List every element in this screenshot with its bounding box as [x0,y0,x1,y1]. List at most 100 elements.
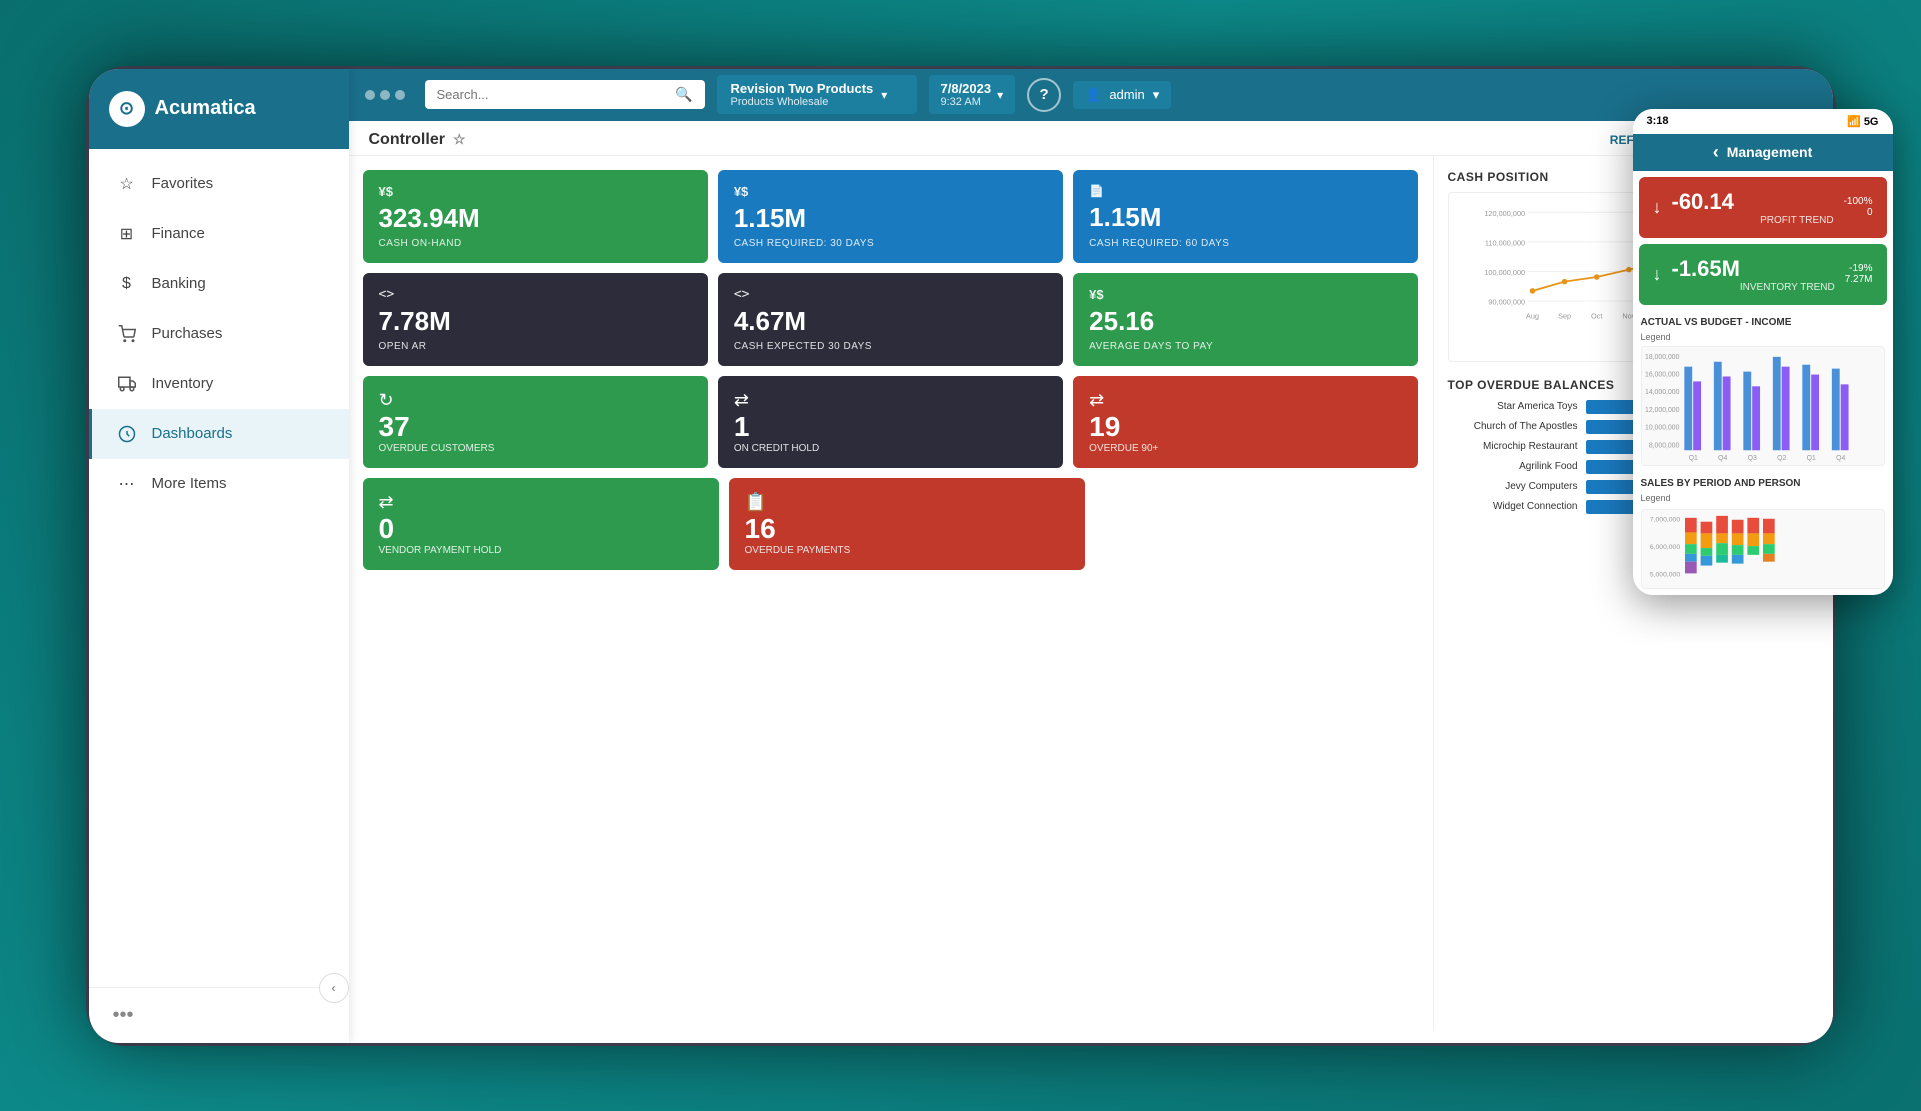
status-overdue-payments[interactable]: 📋 16 OVERDUE PAYMENTS [729,478,1085,570]
kpi-value: 25.16 [1089,306,1402,337]
svg-text:120,000,000: 120,000,000 [1484,208,1525,217]
search-box[interactable]: 🔍 [425,80,705,109]
sidebar-item-banking[interactable]: $ Banking [89,259,349,309]
kpi-avg-days[interactable]: ¥$ 25.16 AVERAGE DAYS TO PAY [1073,273,1418,366]
svg-text:Sep: Sep [1558,311,1571,320]
mobile-sales-title: SALES BY PERIOD AND PERSON [1641,478,1885,489]
code-icon: <> [379,287,395,302]
search-input[interactable] [437,87,668,102]
sidebar: ⊙ Acumatica ☆ Favorites ⊞ Finance $ Bank… [89,69,349,1043]
svg-text:Q3: Q3 [1747,455,1756,462]
widgets-panel: ¥$ 323.94M CASH ON-HAND ¥$ 1.15M CASH RE… [349,156,1433,1030]
dashboard-header: Controller ☆ REFRESH ALL DESIGN TOOLS [349,121,1833,156]
profit-badge: -100% 0 [1844,196,1873,218]
mobile-sales-svg: 7,000,000 6,000,000 5,000,000 [1642,510,1884,588]
svg-text:110,000,000: 110,000,000 [1484,238,1524,247]
svg-text:7,000,000: 7,000,000 [1649,516,1680,523]
transfer-icon: ⇄ [1089,390,1402,411]
status-overdue-customers[interactable]: ↻ 37 OVERDUE CUSTOMERS [363,376,708,468]
kpi-cash-required-30[interactable]: ¥$ 1.15M CASH REQUIRED: 30 DAYS [718,170,1063,263]
mobile-inv-center: -1.65M INVENTORY TREND [1662,256,1845,293]
kpi-label: OPEN AR [379,341,692,352]
sidebar-label-more: More Items [152,475,227,492]
kpi-header: ¥$ [379,184,692,199]
sidebar-item-favorites[interactable]: ☆ Favorites [89,159,349,209]
kpi-header: 📄 [1089,184,1402,198]
mobile-kpi-inventory[interactable]: ↓ -1.65M INVENTORY TREND -19% 7.27M [1639,244,1887,305]
kpi-label: CASH REQUIRED: 60 DAYS [1089,238,1402,249]
clipboard-icon: 📋 [745,492,1069,513]
mobile-status-bar: 3:18 📶 5G [1633,109,1893,134]
sidebar-label-favorites: Favorites [152,175,214,192]
code-icon: <> [734,287,750,302]
inv-label: INVENTORY TREND [1672,282,1835,293]
mobile-back-icon[interactable]: ‹ [1713,142,1719,163]
dollar-icon: $ [116,273,138,295]
sidebar-item-purchases[interactable]: Purchases [89,309,349,359]
status-label: ON CREDIT HOLD [734,443,1047,454]
transfer-icon: ⇄ [734,390,1047,411]
overdue-item-label: Star America Toys [1448,401,1578,412]
sidebar-collapse-button[interactable]: ‹ [319,973,349,1003]
mobile-header: ‹ Management [1633,134,1893,171]
svg-text:12,000,000: 12,000,000 [1644,406,1679,413]
svg-text:Aug: Aug [1525,311,1538,320]
svg-text:90,000,000: 90,000,000 [1488,297,1525,306]
kpi-cash-on-hand[interactable]: ¥$ 323.94M CASH ON-HAND [363,170,708,263]
company-selector[interactable]: Revision Two Products Products Wholesale… [717,75,917,114]
help-button[interactable]: ? [1027,78,1061,112]
svg-text:Q1: Q1 [1688,455,1697,462]
sidebar-item-dashboards[interactable]: Dashboards [89,409,349,459]
sidebar-label-finance: Finance [152,225,205,242]
user-button[interactable]: 👤 admin ▾ [1073,81,1171,109]
dot-green [395,90,405,100]
svg-text:6,000,000: 6,000,000 [1649,544,1680,551]
mobile-sales-chart-section: SALES BY PERIOD AND PERSON Legend 7,000,… [1633,472,1893,595]
kpi-open-ar[interactable]: <> 7.78M OPEN AR [363,273,708,366]
date-chevron: ▾ [997,88,1003,102]
profit-value: -60.14 [1672,189,1834,215]
cart-icon [116,323,138,345]
kpi-header: <> [734,287,1047,302]
search-icon: 🔍 [675,86,692,103]
mobile-income-chart-section: ACTUAL VS BUDGET - INCOME Legend 18,000,… [1633,311,1893,472]
sidebar-label-purchases: Purchases [152,325,223,342]
footer-dots: ••• [113,1004,134,1027]
mobile-inv-left: ↓ [1653,264,1662,285]
title-star[interactable]: ☆ [453,131,466,148]
window-controls [365,90,405,100]
dot-yellow [380,90,390,100]
sidebar-item-inventory[interactable]: Inventory [89,359,349,409]
mobile-time: 3:18 [1647,115,1669,127]
svg-text:100,000,000: 100,000,000 [1484,268,1525,277]
dot-red [365,90,375,100]
kpi-cash-required-60[interactable]: 📄 1.15M CASH REQUIRED: 60 DAYS [1073,170,1418,263]
sidebar-item-more[interactable]: ⋯ More Items [89,459,349,509]
refresh-icon: ↻ [379,390,692,411]
status-label: OVERDUE PAYMENTS [745,545,1069,556]
status-label: VENDOR PAYMENT HOLD [379,545,703,556]
status-credit-hold[interactable]: ⇄ 1 ON CREDIT HOLD [718,376,1063,468]
sidebar-label-dashboards: Dashboards [152,425,233,442]
dashboard: Controller ☆ REFRESH ALL DESIGN TOOLS [349,121,1833,1043]
kpi-header: ¥$ [734,184,1047,199]
more-icon: ⋯ [116,473,138,495]
doc-icon: 📄 [1089,184,1104,198]
currency-icon: ¥$ [379,184,393,199]
dashboard-title: Controller ☆ [369,131,466,149]
inv-value: -1.65M [1672,256,1835,282]
profit-label: PROFIT TREND [1672,215,1834,226]
svg-text:18,000,000: 18,000,000 [1644,353,1679,360]
svg-text:14,000,000: 14,000,000 [1644,389,1679,396]
status-value: 0 [379,513,703,545]
user-icon: 👤 [1085,87,1101,103]
status-vendor-hold[interactable]: ⇄ 0 VENDOR PAYMENT HOLD [363,478,719,570]
company-name: Revision Two Products [731,81,874,96]
mobile-income-chart: 18,000,000 16,000,000 14,000,000 12,000,… [1641,346,1885,466]
kpi-label: AVERAGE DAYS TO PAY [1089,341,1402,352]
kpi-cash-expected[interactable]: <> 4.67M CASH EXPECTED 30 DAYS [718,273,1063,366]
date-selector[interactable]: 7/8/2023 9:32 AM ▾ [929,75,1016,114]
sidebar-item-finance[interactable]: ⊞ Finance [89,209,349,259]
mobile-kpi-profit[interactable]: ↓ -60.14 PROFIT TREND -100% 0 [1639,177,1887,238]
status-overdue-90[interactable]: ⇄ 19 OVERDUE 90+ [1073,376,1418,468]
